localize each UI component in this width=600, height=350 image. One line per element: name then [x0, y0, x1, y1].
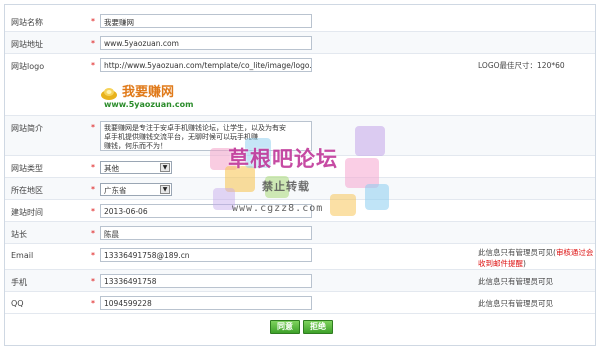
site-logo-input[interactable]: http://www.5yaozuan.com/template/co_lite…: [100, 58, 312, 72]
email-input[interactable]: 13336491758@189.cn: [100, 248, 312, 262]
site-intro-label: 网站简介: [11, 124, 43, 133]
row-phone: 手机 * 13336491758 此信息只有管理员可见: [5, 270, 595, 292]
required-mark: *: [91, 299, 95, 308]
qq-label: QQ: [11, 299, 24, 308]
required-mark: *: [91, 123, 95, 132]
row-email: Email * 13336491758@189.cn 此信息只有管理员可见(审核…: [5, 244, 595, 270]
email-label: Email: [11, 251, 34, 260]
row-qq: QQ * 1094599228 此信息只有管理员可见: [5, 292, 595, 314]
phone-label: 手机: [11, 278, 27, 287]
phone-input[interactable]: 13336491758: [100, 274, 312, 288]
row-owner: 站长 * 陈晨: [5, 222, 595, 244]
region-select[interactable]: 广东省 ▼: [100, 183, 172, 196]
required-mark: *: [91, 251, 95, 260]
site-name-label: 网站名称: [11, 18, 43, 27]
required-mark: *: [91, 17, 95, 26]
site-intro-line: 卓手机提供赚钱交流平台，无聊时候可以玩手机赚: [104, 133, 258, 141]
required-mark: *: [91, 207, 95, 216]
row-site-name: 网站名称 * 我要赚网: [5, 10, 595, 32]
row-site-url: 网站地址 * www.5yaozuan.com: [5, 32, 595, 54]
site-type-select[interactable]: 其他 ▼: [100, 161, 172, 174]
required-mark: *: [91, 61, 95, 70]
email-note: 此信息只有管理员可见(审核通过会收到邮件提醒): [478, 247, 596, 269]
watermark-url: www.cgzz8.com: [232, 203, 324, 214]
email-note-end: ): [523, 259, 526, 268]
owner-input[interactable]: 陈晨: [100, 226, 312, 240]
qq-note: 此信息只有管理员可见: [478, 299, 553, 308]
logo-domain-text: www.5yaozuan.com: [104, 100, 194, 109]
qq-input[interactable]: 1094599228: [100, 296, 312, 310]
site-url-label: 网站地址: [11, 40, 43, 49]
agree-button[interactable]: 同意: [270, 320, 300, 334]
email-note-text: 此信息只有管理员可见(: [478, 248, 556, 257]
phone-note: 此信息只有管理员可见: [478, 277, 553, 286]
row-site-logo: 网站logo * http://www.5yaozuan.com/templat…: [5, 54, 595, 116]
site-type-label: 网站类型: [11, 164, 43, 173]
logo-preview: 我要赚网 www.5yaozuan.com: [100, 81, 210, 111]
region-label: 所在地区: [11, 186, 43, 195]
required-mark: *: [91, 39, 95, 48]
region-value: 广东省: [104, 186, 127, 195]
required-mark: *: [91, 277, 95, 286]
watermark-subtitle: 禁止转载: [262, 180, 310, 193]
required-mark: *: [91, 185, 95, 194]
chevron-down-icon[interactable]: ▼: [160, 185, 170, 194]
site-type-value: 其他: [104, 164, 119, 173]
site-logo-label: 网站logo: [11, 62, 45, 71]
required-mark: *: [91, 163, 95, 172]
logo-brand-text: 我要赚网: [122, 85, 175, 100]
site-intro-line: 我要赚网是专注于安卓手机赚钱论坛，让学生，以及为有安: [104, 124, 286, 132]
build-time-label: 建站时间: [11, 208, 43, 217]
reject-button[interactable]: 拒绝: [303, 320, 333, 334]
site-name-input[interactable]: 我要赚网: [100, 14, 312, 28]
required-mark: *: [91, 229, 95, 238]
owner-label: 站长: [11, 230, 27, 239]
watermark-title: 草根吧论坛: [228, 147, 338, 171]
chevron-down-icon[interactable]: ▼: [160, 163, 170, 172]
site-url-input[interactable]: www.5yaozuan.com: [100, 36, 312, 50]
logo-size-note: LOGO最佳尺寸：120*60: [478, 61, 565, 70]
